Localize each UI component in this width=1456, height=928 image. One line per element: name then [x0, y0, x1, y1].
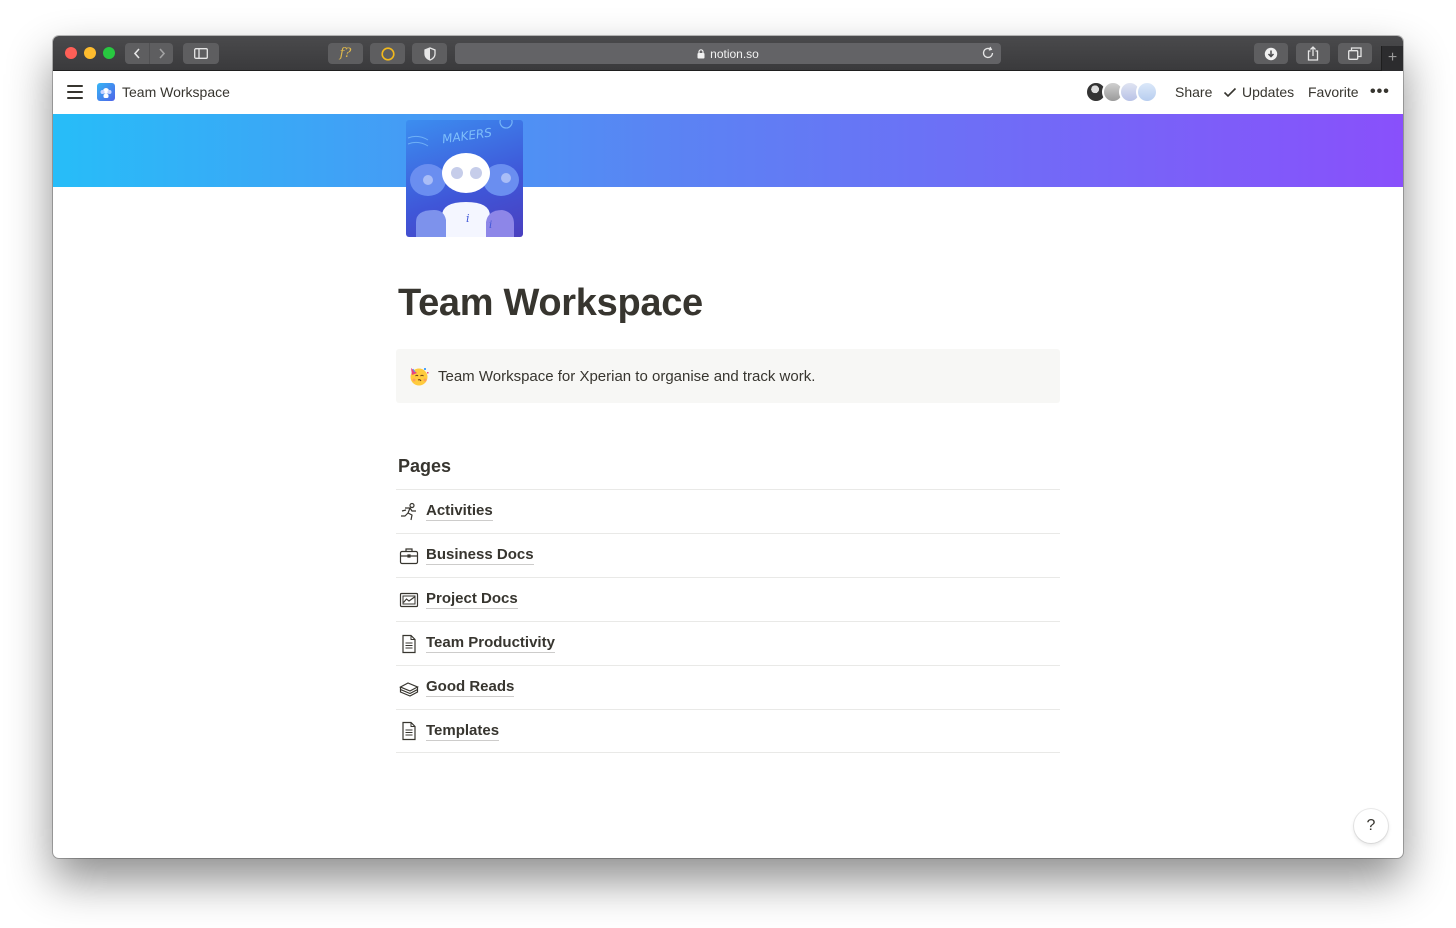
breadcrumb-label: Team Workspace [122, 84, 230, 100]
page-link-label: Project Docs [426, 590, 518, 609]
workspace-icon [97, 83, 115, 101]
breadcrumb[interactable]: Team Workspace [97, 83, 230, 101]
menu-icon[interactable] [67, 85, 83, 99]
page-icon[interactable]: MAKERS i i [406, 120, 523, 237]
collaborator-avatars[interactable] [1085, 81, 1160, 105]
page-link-label: Team Productivity [426, 634, 555, 653]
chart-card-icon [398, 589, 420, 611]
close-window-button[interactable] [65, 47, 77, 59]
page-link-templates[interactable]: Templates [396, 709, 1060, 753]
new-tab-button[interactable]: + [1381, 46, 1403, 71]
share-icon [1307, 46, 1319, 61]
yellow-circle-icon [380, 46, 395, 61]
downloads-button[interactable] [1254, 43, 1288, 64]
callout-block[interactable]: Team Workspace for Xperian to organise a… [396, 349, 1060, 403]
download-icon [1264, 47, 1278, 60]
page-link-good-reads[interactable]: Good Reads [396, 665, 1060, 709]
reload-icon[interactable] [981, 46, 995, 60]
books-icon [398, 677, 420, 699]
section-heading[interactable]: Pages [398, 456, 451, 477]
page-title[interactable]: Team Workspace [398, 282, 703, 325]
minimize-window-button[interactable] [84, 47, 96, 59]
extension-button-circle[interactable] [370, 43, 405, 64]
maximize-window-button[interactable] [103, 47, 115, 59]
back-button[interactable] [125, 43, 149, 64]
document-icon [398, 720, 420, 742]
tab-overview-button[interactable] [1338, 43, 1372, 64]
checkmark-icon [1223, 87, 1237, 97]
page-link-label: Templates [426, 721, 500, 741]
team-illustration-icon: MAKERS i i [407, 120, 519, 237]
browser-window: f? notion.so + Team Workspace Share Upda… [53, 36, 1403, 858]
chevron-right-icon [158, 48, 165, 59]
page-link-business-docs[interactable]: Business Docs [396, 533, 1060, 577]
updates-button[interactable]: Updates [1223, 84, 1294, 100]
browser-share-button[interactable] [1296, 43, 1330, 64]
forward-button[interactable] [149, 43, 173, 64]
makers-text: MAKERS [441, 125, 493, 146]
svg-text:i: i [489, 220, 492, 231]
partying-face-icon [410, 368, 429, 386]
avatar[interactable] [1136, 81, 1158, 103]
address-url: notion.so [710, 46, 759, 61]
tabs-icon [1348, 47, 1362, 60]
favorite-button[interactable]: Favorite [1308, 84, 1359, 100]
running-figure-icon [398, 501, 420, 523]
notion-topbar: Team Workspace Share Updates Favorite ••… [53, 71, 1403, 114]
document-icon [398, 633, 420, 655]
help-button[interactable]: ? [1354, 809, 1388, 843]
share-button[interactable]: Share [1175, 84, 1212, 100]
shield-icon [423, 46, 436, 61]
more-options-icon[interactable]: ••• [1370, 83, 1390, 101]
extension-label: f? [339, 46, 352, 61]
svg-text:i: i [466, 212, 470, 225]
sidebar-icon [194, 48, 208, 59]
page-link-label: Good Reads [426, 678, 515, 697]
browser-toolbar: f? notion.so + [53, 36, 1403, 71]
page-link-project-docs[interactable]: Project Docs [396, 577, 1060, 621]
page-list: Activities Business Docs Project Docs Te… [396, 489, 1060, 753]
page-link-team-productivity[interactable]: Team Productivity [396, 621, 1060, 665]
sidebar-toggle-button[interactable] [183, 43, 219, 64]
page-link-activities[interactable]: Activities [396, 489, 1060, 533]
chevron-left-icon [133, 48, 140, 59]
callout-text: Team Workspace for Xperian to organise a… [438, 367, 816, 385]
extension-button-shield[interactable] [412, 43, 447, 64]
updates-label: Updates [1242, 84, 1295, 100]
page-link-label: Business Docs [426, 546, 534, 565]
page-cover[interactable] [53, 114, 1403, 187]
history-nav [125, 43, 173, 64]
extension-button-formula[interactable]: f? [328, 43, 363, 64]
address-bar[interactable]: notion.so [455, 43, 1001, 64]
briefcase-icon [398, 545, 420, 567]
lock-icon [697, 48, 705, 58]
page-link-label: Activities [426, 502, 493, 521]
